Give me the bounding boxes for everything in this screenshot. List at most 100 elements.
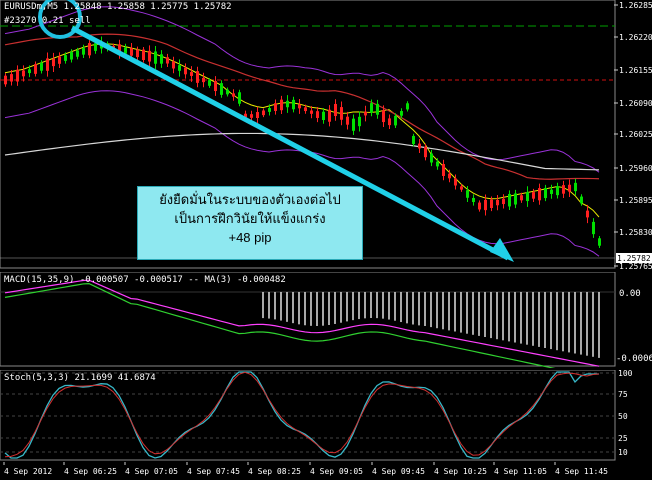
candle-body xyxy=(424,146,427,158)
ohlc-values: 1.25848 1.25858 1.25775 1.25782 xyxy=(63,2,232,12)
candle-body xyxy=(358,116,361,127)
price-axis: 1.26285 1.26220 1.26155 1.26090 1.26025 1.259… xyxy=(614,1,652,270)
candle-body xyxy=(196,71,199,83)
candle-body xyxy=(82,48,85,55)
candle-body xyxy=(388,118,391,126)
candle-body xyxy=(190,72,193,76)
candle-body xyxy=(208,80,211,86)
time-tick-label: 4 Sep 07:45 xyxy=(187,467,240,476)
candle-body xyxy=(568,184,571,192)
time-tick-label: 4 Sep 10:25 xyxy=(434,467,487,476)
chart-header: EURUSDm,M5 1.25848 1.25858 1.25775 1.257… xyxy=(4,2,232,26)
candle-body xyxy=(232,93,235,97)
candle-body xyxy=(34,64,37,74)
price-tick-label: 1.26090 xyxy=(619,99,652,108)
price-tick-label: 1.26155 xyxy=(619,66,652,75)
candle-body xyxy=(298,104,301,109)
candle-body xyxy=(316,111,319,118)
candle-body xyxy=(16,69,19,82)
candle-body xyxy=(292,99,295,110)
time-tick-label: 4 Sep 11:45 xyxy=(555,467,608,476)
candle-body xyxy=(304,107,307,112)
candle-body xyxy=(172,61,175,69)
candle-body xyxy=(22,70,25,77)
candle-body xyxy=(592,221,595,235)
candle-body xyxy=(238,92,241,104)
annotation-line-2: เป็นการฝึกวินัยให้แข็งแกร่ง xyxy=(174,211,326,226)
candle-body xyxy=(70,52,73,60)
trading-chart-window: 1.26285 1.26220 1.26155 1.26090 1.26025 1.259… xyxy=(0,0,652,480)
order-label[interactable]: #23270 0.21 sell xyxy=(4,16,232,26)
candle-body xyxy=(124,47,127,54)
candle-body xyxy=(142,49,145,61)
candle-body xyxy=(400,111,403,116)
candle-body xyxy=(490,199,493,208)
candle-body xyxy=(412,135,415,145)
candle-body xyxy=(184,67,187,75)
price-tick-label: 1.26220 xyxy=(619,33,652,42)
candle-body xyxy=(532,192,535,199)
stoch-tick-label: 25 xyxy=(618,434,628,443)
candle-body xyxy=(178,65,181,71)
stochastic-label: Stoch(5,3,3) 21.1699 41.6874 xyxy=(4,373,156,383)
macd-label: MACD(15,35,9) -0.000507 -0.000517 -- MA(… xyxy=(4,275,286,285)
candle-body xyxy=(334,103,337,117)
candle-body xyxy=(220,83,223,95)
candle-body xyxy=(94,43,97,51)
candle-body xyxy=(10,74,13,82)
price-tick-label: 1.25960 xyxy=(619,164,652,173)
candle-body xyxy=(550,189,553,194)
stochastic-panel[interactable]: 100 75 50 25 10 xyxy=(0,370,652,462)
candle-body xyxy=(502,198,505,205)
time-tick-label: 4 Sep 2012 xyxy=(4,467,52,476)
candle-body xyxy=(346,116,349,125)
candle-body xyxy=(340,107,343,120)
candle-body xyxy=(130,48,133,56)
candle-body xyxy=(544,187,547,199)
price-tick-label: 1.25765 xyxy=(619,262,652,270)
symbol-label: EURUSDm,M5 xyxy=(4,2,59,12)
candle-body xyxy=(52,58,55,67)
candle-body xyxy=(376,103,379,115)
stoch-tick-label: 10 xyxy=(618,448,628,457)
price-tick-label: 1.26025 xyxy=(619,130,652,139)
candle-body xyxy=(370,103,373,113)
candle-body xyxy=(556,186,559,196)
candle-body xyxy=(214,80,217,92)
time-axis: 4 Sep 2012 4 Sep 06:25 4 Sep 07:05 4 Sep 07… xyxy=(3,462,608,476)
candle-body xyxy=(472,197,475,203)
annotation-line-3: +48 pip xyxy=(228,230,272,245)
candle-body xyxy=(448,173,451,179)
candle-body xyxy=(478,202,481,210)
candle-body xyxy=(250,114,253,118)
candle-body xyxy=(496,199,499,206)
candle-body xyxy=(442,164,445,176)
candle-body xyxy=(514,193,517,205)
candle-body xyxy=(76,50,79,57)
candle-body xyxy=(28,69,31,74)
candle-body xyxy=(226,89,229,95)
macd-panel[interactable]: 0.00 -0.00067 xyxy=(0,272,652,368)
candle-body xyxy=(406,103,409,110)
candle-body xyxy=(58,56,61,64)
time-tick-label: 4 Sep 09:45 xyxy=(372,467,425,476)
candle-body xyxy=(268,108,271,112)
candle-body xyxy=(328,109,331,122)
candle-body xyxy=(40,62,43,71)
candle-body xyxy=(88,43,91,56)
candle-body xyxy=(364,111,367,116)
candle-body xyxy=(274,103,277,111)
candle-body xyxy=(418,143,421,149)
candle-body xyxy=(454,178,457,186)
candle-body xyxy=(484,199,487,211)
candle-body xyxy=(160,54,163,64)
candle-body xyxy=(574,182,577,192)
candle-body xyxy=(166,57,169,64)
candle-body xyxy=(262,110,265,116)
candle-body xyxy=(256,112,259,119)
candle-body xyxy=(46,58,49,71)
candle-body xyxy=(394,115,397,126)
time-tick-label: 4 Sep 11:05 xyxy=(494,467,547,476)
price-tick-label: 1.25895 xyxy=(619,196,652,205)
candle-body xyxy=(382,110,385,123)
